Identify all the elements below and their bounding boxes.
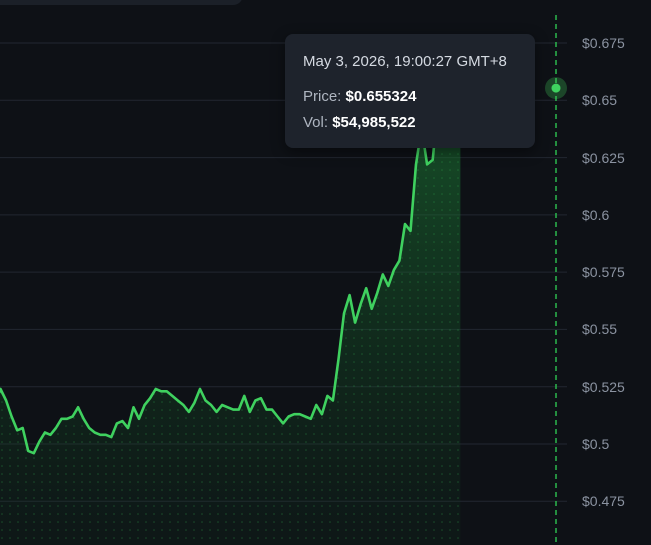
data-point[interactable] <box>4 399 8 403</box>
data-point[interactable] <box>65 417 69 421</box>
series-area-pattern <box>0 86 461 545</box>
data-point[interactable] <box>242 394 246 398</box>
data-point[interactable] <box>276 415 280 419</box>
data-point[interactable] <box>120 419 124 423</box>
tooltip-price-value: $0.655324 <box>345 88 417 105</box>
data-point[interactable] <box>87 426 91 430</box>
data-point[interactable] <box>187 410 191 414</box>
data-point[interactable] <box>143 403 147 407</box>
y-tick-label: $0.65 <box>582 92 618 109</box>
data-point[interactable] <box>93 431 97 435</box>
data-point[interactable] <box>26 449 30 453</box>
highlight-point[interactable] <box>551 83 561 93</box>
data-point[interactable] <box>165 389 169 393</box>
data-point[interactable] <box>337 357 341 361</box>
data-point[interactable] <box>431 158 435 162</box>
y-tick-label: $0.5 <box>582 436 610 452</box>
data-point[interactable] <box>325 394 329 398</box>
y-tick-label: $0.675 <box>582 35 625 51</box>
data-point[interactable] <box>115 421 119 425</box>
tooltip-vol-value: $54,985,522 <box>332 114 416 131</box>
data-point[interactable] <box>209 403 213 407</box>
data-point[interactable] <box>364 286 368 290</box>
data-point[interactable] <box>215 410 219 414</box>
data-point[interactable] <box>148 396 152 400</box>
y-tick-label: $0.6 <box>582 206 610 223</box>
y-tick-label: $0.475 <box>582 493 625 510</box>
y-tick-label: $0.55 <box>582 321 618 338</box>
tooltip-vol-row: Vol: $54,985,522 <box>303 114 416 131</box>
data-point[interactable] <box>342 311 346 315</box>
data-point[interactable] <box>320 412 324 416</box>
data-point[interactable] <box>10 415 14 419</box>
data-point[interactable] <box>314 403 318 407</box>
data-point[interactable] <box>425 162 429 166</box>
data-point[interactable] <box>21 426 25 430</box>
data-point[interactable] <box>397 259 401 263</box>
data-point[interactable] <box>253 399 257 403</box>
top-toolbar-edge <box>0 0 243 5</box>
data-point[interactable] <box>104 433 108 437</box>
data-point[interactable] <box>248 410 252 414</box>
data-point[interactable] <box>309 417 313 421</box>
data-point[interactable] <box>204 399 208 403</box>
data-point[interactable] <box>303 415 307 419</box>
data-point[interactable] <box>192 401 196 405</box>
tooltip-price-row: Price: $0.655324 <box>303 88 416 105</box>
data-point[interactable] <box>71 415 75 419</box>
data-point[interactable] <box>331 399 335 403</box>
data-point[interactable] <box>32 451 36 455</box>
data-point[interactable] <box>409 229 413 233</box>
data-point[interactable] <box>198 387 202 391</box>
tooltip-price-label: Price: <box>303 88 342 105</box>
data-point[interactable] <box>226 405 230 409</box>
data-point[interactable] <box>270 408 274 412</box>
data-point[interactable] <box>237 408 241 412</box>
data-point[interactable] <box>370 307 374 311</box>
data-point[interactable] <box>381 272 385 276</box>
data-point[interactable] <box>76 405 80 409</box>
data-point[interactable] <box>392 268 396 272</box>
data-point[interactable] <box>132 405 136 409</box>
data-point[interactable] <box>281 421 285 425</box>
tooltip-vol-label: Vol: <box>303 114 329 131</box>
data-point[interactable] <box>265 408 269 412</box>
data-point[interactable] <box>54 426 58 430</box>
data-point[interactable] <box>170 394 174 398</box>
y-tick-label: $0.575 <box>582 264 625 281</box>
data-point[interactable] <box>60 417 64 421</box>
data-point[interactable] <box>154 387 158 391</box>
y-tick-label: $0.625 <box>582 149 625 166</box>
price-tooltip: May 3, 2026, 19:00:27 GMT+8 Price: $0.65… <box>285 34 535 148</box>
data-point[interactable] <box>220 403 224 407</box>
data-point[interactable] <box>98 433 102 437</box>
data-point[interactable] <box>231 408 235 412</box>
data-point[interactable] <box>348 293 352 297</box>
data-point[interactable] <box>386 284 390 288</box>
data-point[interactable] <box>176 399 180 403</box>
data-point[interactable] <box>126 426 130 430</box>
data-point[interactable] <box>109 435 113 439</box>
data-point[interactable] <box>48 433 52 437</box>
data-point[interactable] <box>414 162 418 166</box>
data-point[interactable] <box>43 431 47 435</box>
data-point[interactable] <box>353 321 357 325</box>
data-point[interactable] <box>159 389 163 393</box>
data-point[interactable] <box>82 417 86 421</box>
tooltip-time: May 3, 2026, 19:00:27 GMT+8 <box>303 53 507 70</box>
data-point[interactable] <box>375 291 379 295</box>
data-point[interactable] <box>287 415 291 419</box>
data-point[interactable] <box>298 412 302 416</box>
data-point[interactable] <box>15 428 19 432</box>
data-point[interactable] <box>259 396 263 400</box>
crosshair-layer <box>545 15 567 545</box>
data-point[interactable] <box>403 222 407 226</box>
data-point[interactable] <box>181 403 185 407</box>
data-point[interactable] <box>137 417 141 421</box>
area-fill <box>0 86 461 545</box>
y-tick-label: $0.525 <box>582 378 625 395</box>
data-point[interactable] <box>37 440 41 444</box>
data-point[interactable] <box>359 302 363 306</box>
data-point[interactable] <box>292 412 296 416</box>
